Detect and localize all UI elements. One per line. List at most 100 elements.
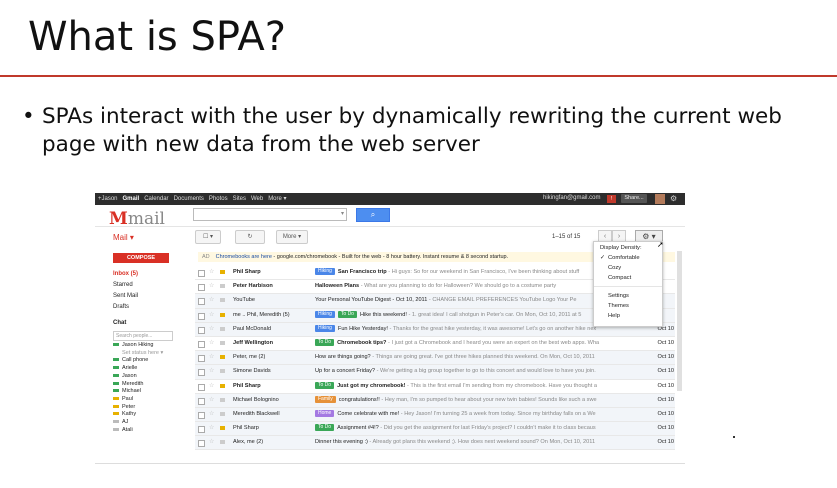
email-row[interactable]: ☆ Peter, me (2) How are things going? - Th… [195,351,675,366]
top-link[interactable]: Gmail [123,196,140,202]
star-icon[interactable]: ☆ [209,294,214,307]
email-label[interactable]: Hiking [315,268,335,276]
importance-icon[interactable] [220,298,225,303]
chat-contact[interactable]: Kathy [113,411,163,419]
chat-contact[interactable]: AJ [113,419,163,427]
top-link[interactable]: Sites [233,196,246,202]
star-icon[interactable]: ☆ [209,323,214,336]
nav-item[interactable]: Inbox (5) [113,269,138,280]
scrollbar[interactable] [677,251,682,391]
top-link[interactable]: Documents [174,196,204,202]
row-checkbox[interactable] [198,426,205,434]
email-label[interactable]: To Do [337,310,357,318]
refresh-button[interactable]: ↻ [235,230,265,244]
email-row[interactable]: ☆ Meredith Blackwell Home Come celebrate wi… [195,407,675,423]
importance-icon[interactable] [220,284,225,289]
select-checkbox-button[interactable]: ☐ ▾ [195,230,221,244]
email-row[interactable]: ☆ Michael Bolognino Family congratulations!… [195,393,675,408]
nav-item[interactable]: Drafts [113,302,138,313]
chat-contact[interactable]: Paul [113,396,163,404]
email-row[interactable]: ☆ Phil Sharp To Do Just got my chromebook! … [195,379,675,394]
email-label[interactable]: To Do [315,424,335,432]
row-checkbox[interactable] [198,440,205,448]
email-label[interactable]: To Do [315,338,335,346]
compose-button[interactable]: COMPOSE [113,253,169,263]
star-icon[interactable]: ☆ [209,380,214,393]
row-checkbox[interactable] [198,312,205,320]
star-icon[interactable]: ☆ [209,280,214,293]
search-button[interactable]: ⌕ [356,208,390,222]
email-row[interactable]: ☆ Phil Sharp To Do Assignment #4!? - Did yo… [195,422,675,437]
importance-icon[interactable] [220,312,225,317]
email-label[interactable]: Hiking [315,324,335,332]
row-checkbox[interactable] [198,270,205,277]
mail-menu[interactable]: Mail ▾ [113,233,134,242]
email-label[interactable]: Family [315,395,336,403]
menu-item-settings[interactable]: Settings [608,293,629,299]
notification-icon[interactable]: ! [607,195,616,203]
top-link[interactable]: Web [251,196,263,202]
star-icon[interactable]: ☆ [209,309,214,322]
menu-item-themes[interactable]: Themes [608,303,629,309]
chat-contact[interactable]: Arielle [113,365,163,373]
row-checkbox[interactable] [198,340,205,348]
row-checkbox[interactable] [198,326,205,334]
avatar[interactable] [655,194,665,204]
importance-icon[interactable] [220,326,225,331]
top-link[interactable]: More ▾ [268,196,286,202]
star-icon[interactable]: ☆ [209,266,214,279]
ad-link[interactable]: Chromebooks are here [216,254,272,260]
importance-icon[interactable] [220,369,225,374]
menu-item-compact[interactable]: Compact [608,275,631,281]
chat-contact[interactable]: Set status here ▾ [113,350,163,358]
row-checkbox[interactable] [198,411,205,419]
importance-icon[interactable] [220,440,225,445]
chat-contact[interactable]: Peter [113,404,163,412]
chat-contact[interactable]: Atali [113,427,163,435]
email-row[interactable]: ☆ Jeff Wellington To Do Chromebook tips? - … [195,336,675,352]
email-row[interactable]: ☆ Simone Davids Up for a concert Friday? -… [195,365,675,380]
menu-item-help[interactable]: Help [608,313,620,319]
importance-icon[interactable] [220,270,225,274]
top-link[interactable]: Calendar [144,196,168,202]
email-label[interactable]: Hiking [315,310,335,318]
menu-item-comfortable[interactable]: Comfortable [608,255,640,261]
chat-contact[interactable]: Jason [113,373,163,381]
more-button[interactable]: More ▾ [276,230,308,244]
gear-icon[interactable]: ⚙ [670,194,677,204]
importance-icon[interactable] [220,383,225,388]
chat-search-input[interactable]: Search people... [113,331,173,341]
importance-icon[interactable] [220,355,225,360]
nav-item[interactable]: Starred [113,280,138,291]
menu-item-cozy[interactable]: Cozy [608,265,621,271]
row-checkbox[interactable] [198,397,205,405]
importance-icon[interactable] [220,426,225,431]
nav-item[interactable]: Sent Mail [113,291,138,302]
share-button[interactable]: Share... [621,194,647,203]
account-email[interactable]: hikingfan@gmail.com [543,195,600,201]
email-label[interactable]: Home [315,409,335,417]
row-checkbox[interactable] [198,298,205,306]
importance-icon[interactable] [220,340,225,345]
star-icon[interactable]: ☆ [209,365,214,378]
chat-contact[interactable]: Jason Hiking [113,342,163,350]
star-icon[interactable]: ☆ [209,394,214,407]
star-icon[interactable]: ☆ [209,422,214,435]
row-checkbox[interactable] [198,355,205,363]
chat-contact[interactable]: Call phone [113,357,163,365]
star-icon[interactable]: ☆ [209,408,214,421]
email-row[interactable]: ☆ Alex, me (2) Dinner this evening :) - Al… [195,436,675,451]
importance-icon[interactable] [220,411,225,416]
star-icon[interactable]: ☆ [209,351,214,364]
search-input[interactable]: ▾ [193,208,347,221]
chevron-down-icon[interactable]: ▾ [341,210,344,217]
chat-contact[interactable]: Meredith [113,381,163,389]
top-link[interactable]: Photos [209,196,228,202]
row-checkbox[interactable] [198,383,205,391]
row-checkbox[interactable] [198,284,205,292]
importance-icon[interactable] [220,397,225,402]
row-checkbox[interactable] [198,369,205,377]
email-label[interactable]: To Do [315,381,335,389]
top-link[interactable]: +Jason [98,196,118,202]
chat-contact[interactable]: Michael [113,388,163,396]
